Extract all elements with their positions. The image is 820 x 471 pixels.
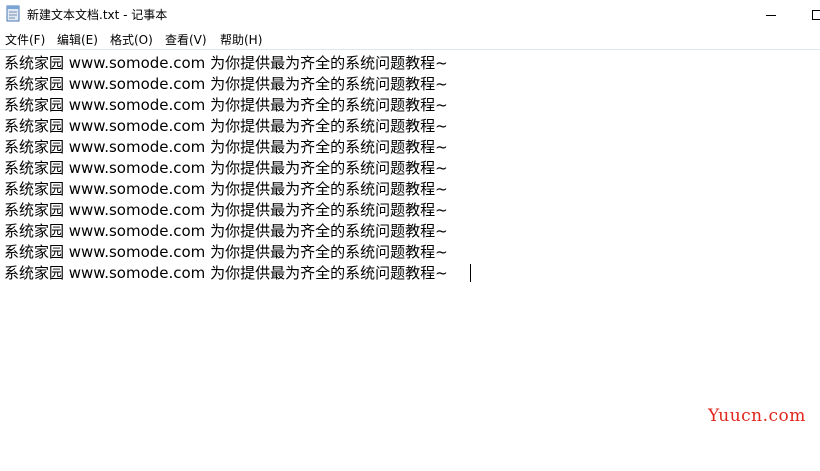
- text-editor[interactable]: 系统家园 www.somode.com 为你提供最为齐全的系统问题教程~ 系统家…: [0, 50, 820, 471]
- watermark: Yuucn.com: [708, 406, 806, 426]
- maximize-button[interactable]: [794, 0, 820, 29]
- text-line: 系统家园 www.somode.com 为你提供最为齐全的系统问题教程~: [4, 222, 448, 240]
- text-line: 系统家园 www.somode.com 为你提供最为齐全的系统问题教程~: [4, 243, 448, 261]
- maximize-icon: [812, 9, 820, 20]
- text-line: 系统家园 www.somode.com 为你提供最为齐全的系统问题教程~: [4, 264, 448, 282]
- text-line: 系统家园 www.somode.com 为你提供最为齐全的系统问题教程~: [4, 75, 448, 93]
- menu-format[interactable]: 格式(O): [110, 31, 153, 48]
- minimize-icon: [766, 14, 776, 16]
- menu-help[interactable]: 帮助(H): [220, 31, 262, 48]
- minimize-button[interactable]: [748, 0, 794, 29]
- menu-bar: 文件(F) 编辑(E) 格式(O) 查看(V) 帮助(H): [0, 29, 820, 50]
- text-caret: [470, 264, 471, 282]
- window-title: 新建文本文档.txt - 记事本: [27, 8, 168, 22]
- menu-view[interactable]: 查看(V): [165, 31, 207, 48]
- text-line: 系统家园 www.somode.com 为你提供最为齐全的系统问题教程~: [4, 138, 448, 156]
- text-line: 系统家园 www.somode.com 为你提供最为齐全的系统问题教程~: [4, 201, 448, 219]
- title-bar: 新建文本文档.txt - 记事本: [0, 0, 820, 29]
- menu-edit[interactable]: 编辑(E): [57, 31, 98, 48]
- text-line: 系统家园 www.somode.com 为你提供最为齐全的系统问题教程~: [4, 180, 448, 198]
- text-line: 系统家园 www.somode.com 为你提供最为齐全的系统问题教程~: [4, 96, 448, 114]
- text-line: 系统家园 www.somode.com 为你提供最为齐全的系统问题教程~: [4, 117, 448, 135]
- notepad-icon: [6, 5, 20, 22]
- menu-file[interactable]: 文件(F): [5, 31, 45, 48]
- text-line: 系统家园 www.somode.com 为你提供最为齐全的系统问题教程~: [4, 54, 448, 72]
- text-line: 系统家园 www.somode.com 为你提供最为齐全的系统问题教程~: [4, 159, 448, 177]
